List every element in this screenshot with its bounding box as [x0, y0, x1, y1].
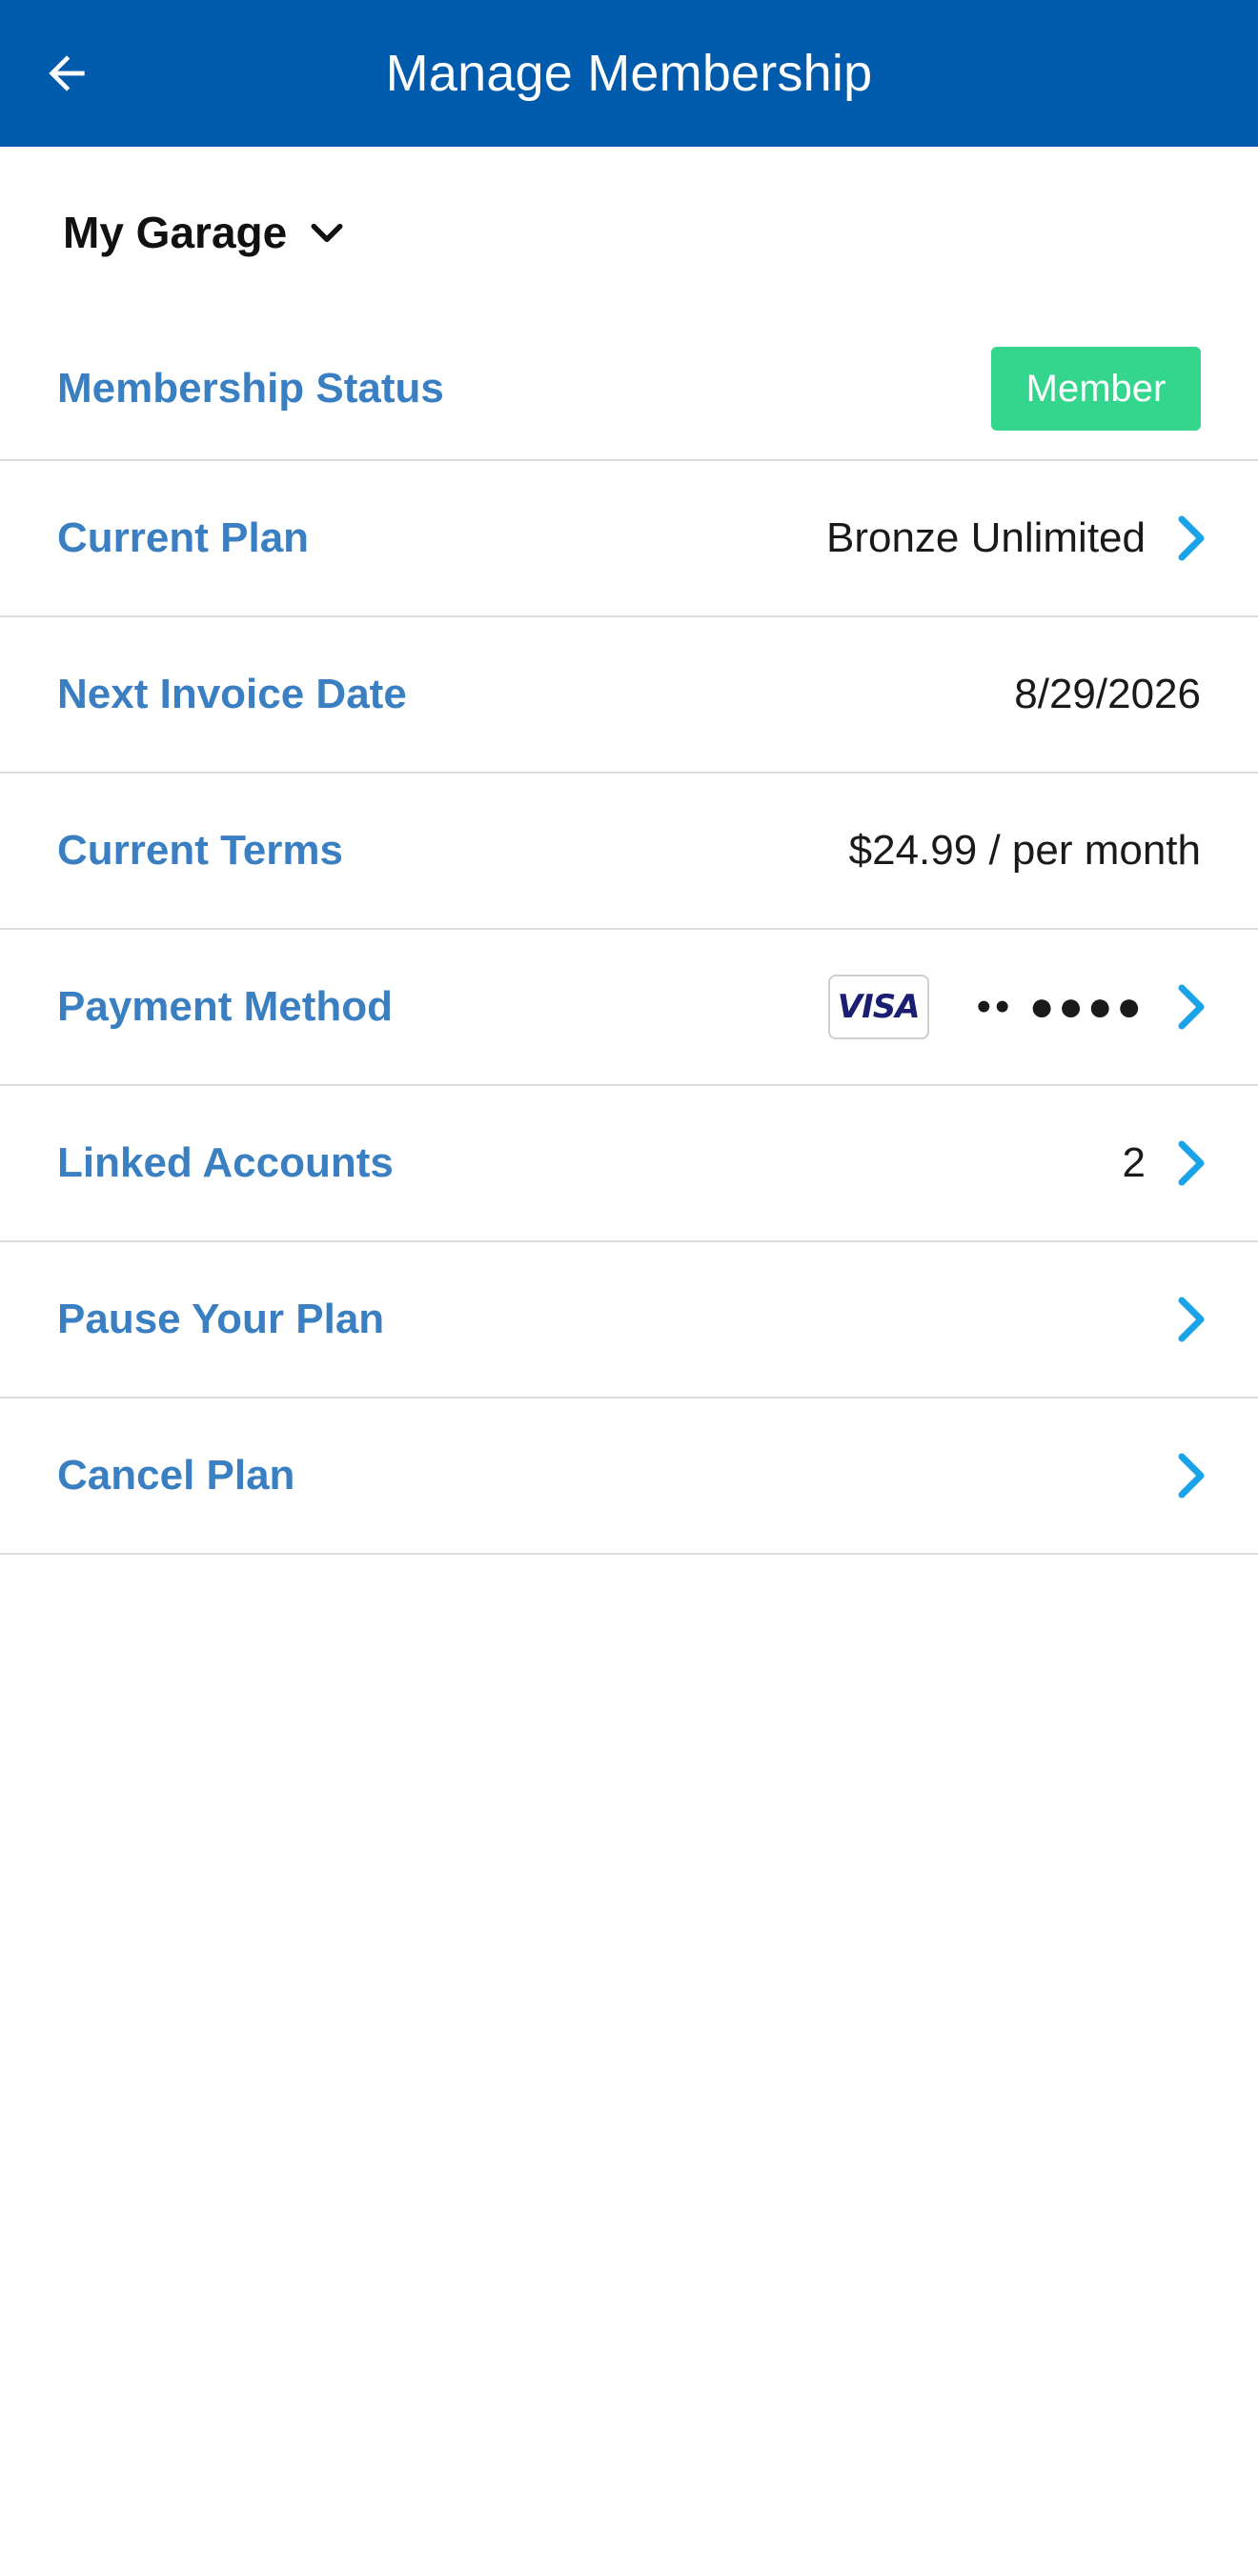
linked-accounts-count: 2 [1122, 1139, 1146, 1186]
linked-accounts-row[interactable]: Linked Accounts 2 [0, 1086, 1258, 1242]
next-invoice-row: Next Invoice Date 8/29/2026 [0, 617, 1258, 774]
chevron-right-icon [1174, 1295, 1208, 1344]
current-terms-label: Current Terms [57, 827, 343, 874]
current-plan-row[interactable]: Current Plan Bronze Unlimited [0, 461, 1258, 617]
pause-plan-row[interactable]: Pause Your Plan [0, 1242, 1258, 1399]
cancel-plan-row[interactable]: Cancel Plan [0, 1399, 1258, 1555]
back-button[interactable] [29, 35, 105, 111]
arrow-left-icon [49, 55, 85, 91]
next-invoice-value: 8/29/2026 [1014, 671, 1201, 717]
app-bar: Manage Membership [0, 0, 1258, 147]
chevron-right-icon [1174, 982, 1208, 1032]
page-title: Manage Membership [385, 45, 873, 102]
linked-accounts-label: Linked Accounts [57, 1139, 394, 1186]
card-brand: VISA [837, 988, 921, 1026]
masked-card-number: •• ●●●● [976, 983, 1146, 1030]
chevron-down-icon [311, 223, 343, 243]
garage-selector[interactable]: My Garage [0, 147, 1258, 318]
chevron-right-icon [1174, 1451, 1208, 1500]
pause-plan-label: Pause Your Plan [57, 1296, 385, 1342]
visa-card-icon: VISA [827, 975, 929, 1039]
chevron-right-icon [1174, 513, 1208, 563]
payment-method-row[interactable]: Payment Method VISA •• ●●●● [0, 930, 1258, 1086]
next-invoice-label: Next Invoice Date [57, 671, 407, 717]
status-badge: Member [991, 347, 1201, 431]
current-plan-label: Current Plan [57, 514, 310, 561]
membership-status-label: Membership Status [57, 365, 444, 412]
membership-status-row: Membership Status Member [0, 318, 1258, 461]
current-terms-value: $24.99 / per month [848, 827, 1201, 874]
payment-method-label: Payment Method [57, 983, 394, 1030]
current-plan-value: Bronze Unlimited [825, 514, 1146, 561]
garage-label: My Garage [63, 208, 288, 257]
chevron-right-icon [1174, 1138, 1208, 1188]
current-terms-row: Current Terms $24.99 / per month [0, 774, 1258, 930]
cancel-plan-label: Cancel Plan [57, 1452, 295, 1499]
